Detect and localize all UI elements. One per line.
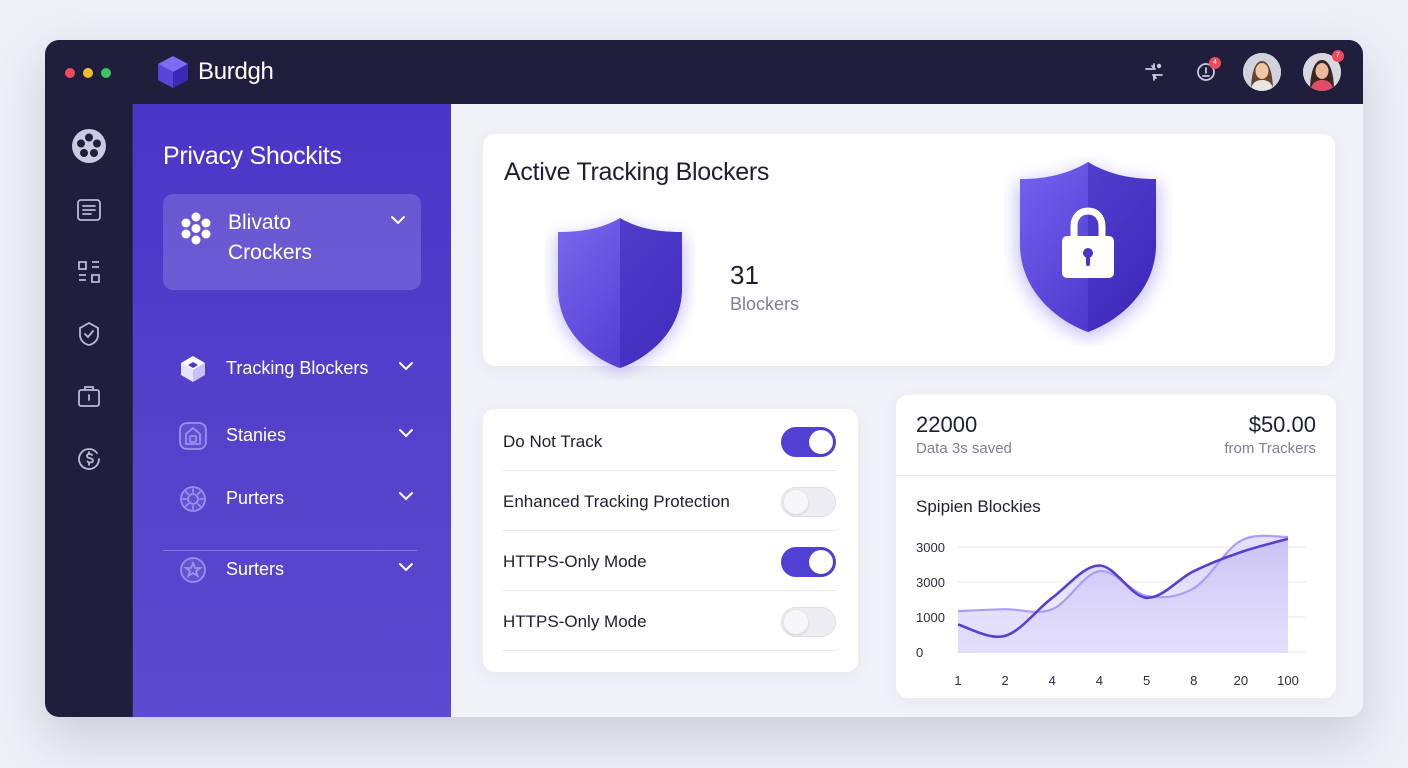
card-title: Active Tracking Blockers	[504, 158, 770, 186]
sidebar-item-active[interactable]: Blivato Crockers	[163, 194, 421, 290]
brand[interactable]: Burdgh	[157, 55, 274, 89]
chart-title: Spipien Blockies	[916, 497, 1041, 516]
close-window-button[interactable]	[65, 68, 75, 78]
chevron-down-icon	[399, 362, 413, 371]
switch-knob	[809, 550, 833, 574]
x-tick-label: 4	[1049, 673, 1056, 688]
sidebar-item-label: Purters	[226, 488, 285, 508]
sidebar-item-stanies[interactable]: Stanies	[163, 415, 421, 457]
toggle-label: Do Not Track	[503, 432, 603, 451]
do-not-track-switch[interactable]	[781, 427, 836, 457]
x-tick-label: 2	[1002, 673, 1009, 688]
connection-icon	[1145, 63, 1163, 81]
top-actions: 4 7	[1139, 50, 1344, 91]
hexagon-cluster-icon	[181, 212, 211, 245]
toggle-row-https-only-2: HTTPS-Only Mode	[503, 591, 836, 651]
brand-logo-icon	[158, 56, 188, 88]
document-icon	[77, 199, 101, 221]
rail-item-media[interactable]	[71, 128, 107, 164]
shield-check-icon	[79, 321, 99, 346]
x-tick-label: 20	[1234, 673, 1248, 688]
toggle-label: HTTPS-Only Mode	[503, 612, 647, 631]
privacy-sidebar: Privacy Shockits Blivato Crockers Tracki…	[133, 104, 451, 717]
privacy-toggles-card: Do Not Track Enhanced Tracking Protectio…	[483, 409, 858, 672]
y-tick-label: 3000	[916, 540, 945, 555]
money-saved-value: $50.00	[1248, 412, 1316, 437]
maximize-window-button[interactable]	[101, 68, 111, 78]
avatar	[1243, 53, 1281, 91]
window-controls	[65, 68, 111, 78]
rail-item-grid[interactable]	[71, 254, 107, 290]
x-tick-label: 100	[1277, 673, 1299, 688]
film-reel-icon	[72, 129, 106, 163]
data-saved-label: Data 3s saved	[916, 440, 1012, 457]
sidebar-item-label: Blivato Crockers	[228, 211, 313, 264]
toggle-row-https-only: HTTPS-Only Mode	[503, 531, 836, 591]
x-tick-label: 5	[1143, 673, 1150, 688]
x-tick-label: 1	[954, 673, 961, 688]
rail-item-billing[interactable]	[71, 440, 107, 476]
y-tick-label: 0	[916, 645, 923, 660]
rail-item-security[interactable]	[71, 316, 107, 352]
avatar-badge: 7	[1332, 50, 1344, 62]
chevron-down-icon	[399, 429, 413, 438]
blocker-count-label: Blockers	[730, 294, 800, 314]
grid-icon	[78, 261, 100, 283]
shield-lock-icon	[1017, 162, 1159, 338]
https-only-switch[interactable]	[781, 547, 836, 577]
y-tick-label: 1000	[916, 610, 945, 625]
money-saved-label: from Trackers	[1224, 440, 1316, 457]
rail-item-work[interactable]	[71, 378, 107, 414]
sidebar-item-surters[interactable]: Surters	[163, 549, 421, 591]
switch-knob	[809, 430, 833, 454]
chevron-down-icon	[391, 216, 405, 225]
user-avatar-2[interactable]: 7	[1303, 50, 1344, 91]
dollar-cycle-icon	[78, 448, 100, 470]
notification-badge: 4	[1209, 57, 1221, 69]
sidebar-item-purters[interactable]: Purters	[163, 478, 421, 520]
sidebar-title: Privacy Shockits	[163, 142, 342, 170]
toggle-label: HTTPS-Only Mode	[503, 552, 647, 571]
sidebar-item-label: Tracking Blockers	[226, 358, 369, 378]
app-name: Burdgh	[198, 58, 274, 85]
toggle-row-enhanced-tracking: Enhanced Tracking Protection	[503, 471, 836, 531]
toggle-label: Enhanced Tracking Protection	[503, 492, 730, 511]
user-avatar-icon	[1243, 53, 1281, 91]
chevron-down-icon	[399, 492, 413, 501]
data-saved-value: 22000	[916, 412, 978, 437]
toggle-row-do-not-track: Do Not Track	[503, 411, 836, 471]
user-avatar-1[interactable]	[1243, 53, 1281, 91]
sidebar-item-label: Stanies	[226, 425, 287, 445]
savings-chart-card: 22000 Data 3s saved $50.00 from Trackers…	[896, 395, 1336, 698]
enhanced-tracking-switch[interactable]	[781, 487, 836, 517]
https-only-switch-2[interactable]	[781, 607, 836, 637]
badge-star-icon	[180, 557, 206, 583]
switch-knob	[784, 490, 808, 514]
gear-cog-icon	[180, 486, 206, 512]
connection-button[interactable]	[1139, 57, 1169, 87]
notifications-button[interactable]: 4	[1191, 57, 1221, 87]
x-tick-label: 8	[1190, 673, 1197, 688]
app-window: Burdgh 4 7 Privacy Shockits Blivato Croc…	[45, 40, 1363, 717]
rail-item-documents[interactable]	[71, 192, 107, 228]
briefcase-icon	[78, 386, 100, 407]
switch-knob	[784, 610, 808, 634]
house-lock-icon	[179, 422, 207, 450]
title-bar: Burdgh 4 7	[45, 40, 1363, 104]
cube-icon	[181, 356, 205, 382]
icon-rail	[45, 104, 133, 717]
shield-icon	[555, 218, 685, 372]
blocks-area-chart: 3000 3000 1000 0 1 2 4 4 5 8 20 100	[916, 534, 1306, 688]
x-tick-label: 4	[1096, 673, 1103, 688]
blocker-count: 31	[730, 260, 759, 290]
sidebar-item-tracking-blockers[interactable]: Tracking Blockers	[163, 348, 421, 390]
active-blockers-card: Active Tracking Blockers 31 Blockers	[483, 134, 1335, 372]
minimize-window-button[interactable]	[83, 68, 93, 78]
sidebar-item-label: Surters	[226, 559, 285, 579]
card-divider	[896, 475, 1336, 476]
y-tick-label: 3000	[916, 575, 945, 590]
chevron-down-icon	[399, 563, 413, 572]
